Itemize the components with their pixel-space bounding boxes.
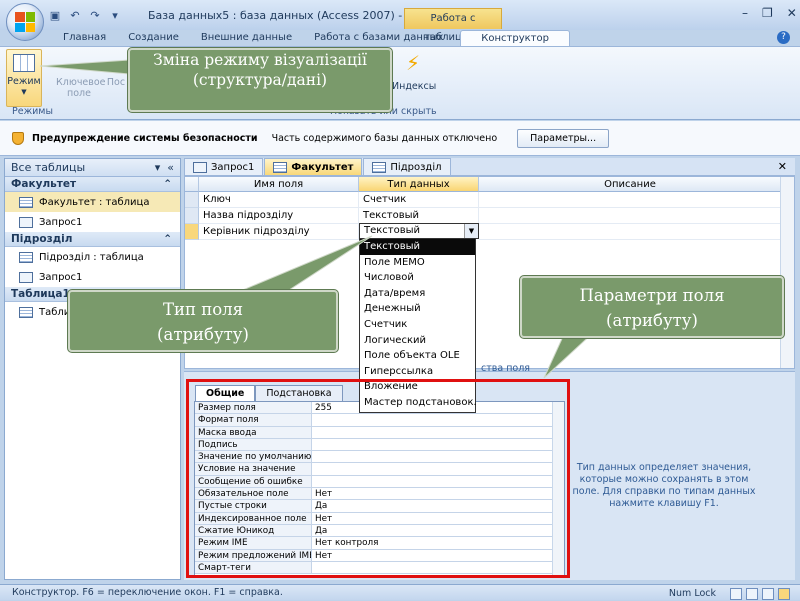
callout-view-mode: Зміна режиму візуалізації (структура/дан… — [128, 48, 392, 112]
callout-field-type: Тип поля (атрибуту) — [68, 290, 338, 352]
callout-tail-view-mode — [39, 59, 131, 75]
callout-field-params: Параметри поля (атрибуту) — [520, 276, 784, 338]
callout-tail-field-type — [237, 235, 373, 293]
